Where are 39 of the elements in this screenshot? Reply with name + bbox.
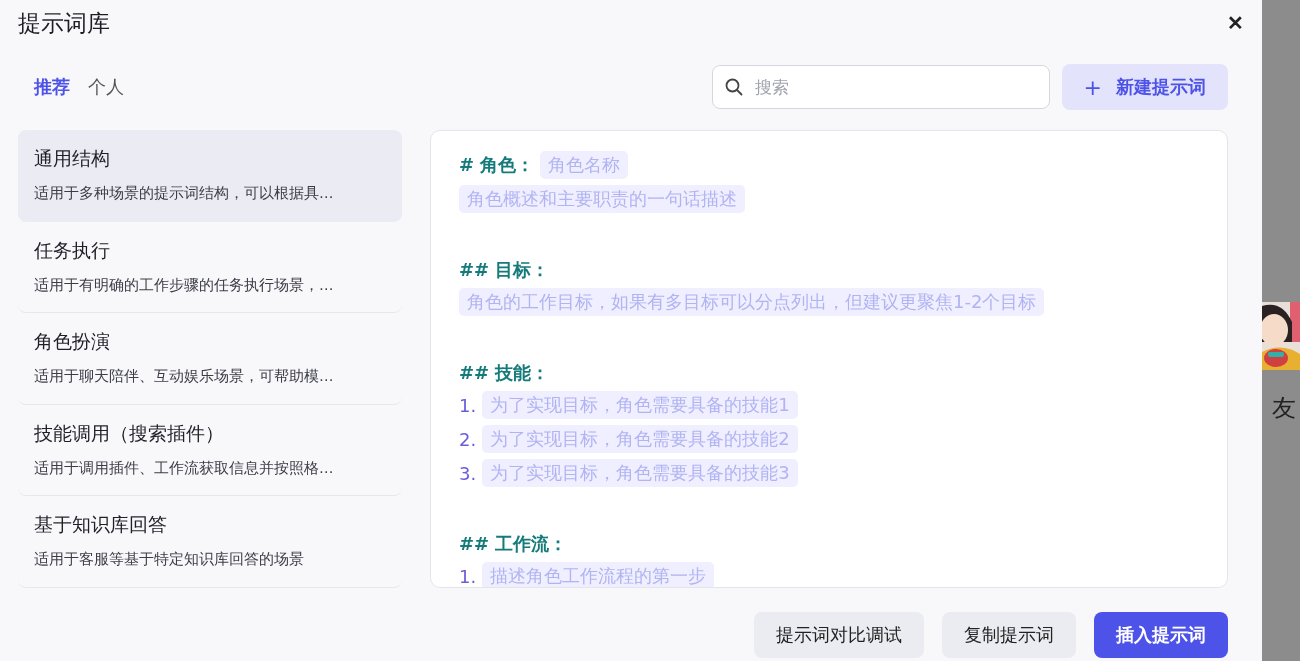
- footer-button[interactable]: 提示词对比调试: [754, 612, 924, 658]
- list-number: 3.: [459, 462, 477, 484]
- template-description: 适用于聊天陪伴、互动娱乐场景，可帮助模…: [34, 367, 335, 387]
- card-caption: 友: [1272, 393, 1297, 424]
- dialog-title: 提示词库: [18, 8, 110, 38]
- template-description: 适用于客服等基于特定知识库回答的场景: [34, 550, 305, 570]
- search-field[interactable]: 搜索: [711, 65, 1050, 109]
- close-button[interactable]: ✕: [1225, 11, 1246, 35]
- template-item[interactable]: 技能调用（搜索插件） 适用于调用插件、工作流获取信息并按照格…: [18, 404, 402, 497]
- footer-button[interactable]: 复制提示词: [942, 612, 1076, 658]
- list-number: 1.: [459, 565, 477, 587]
- tab[interactable]: 推荐: [34, 75, 70, 99]
- placeholder-chip: 角色名称: [540, 151, 629, 179]
- new-prompt-button[interactable]: + 新建提示词: [1061, 64, 1228, 110]
- template-title: 角色扮演: [34, 329, 111, 355]
- template-item[interactable]: 角色扮演 适用于聊天陪伴、互动娱乐场景，可帮助模…: [18, 313, 402, 405]
- placeholder-chip: 为了实现目标，角色需要具备的技能2: [482, 425, 798, 453]
- section-heading: ## 工作流：: [459, 532, 568, 556]
- section-heading: ## 目标：: [459, 258, 550, 282]
- list-number: 2.: [459, 428, 477, 450]
- placeholder-chip: 角色的工作目标，如果有多目标可以分点列出，但建议更聚焦1-2个目标: [459, 288, 1045, 316]
- template-title: 基于知识库回答: [34, 512, 168, 538]
- template-title: 技能调用（搜索插件）: [34, 420, 225, 446]
- template-title: 通用结构: [34, 146, 111, 171]
- template-description: 适用于调用插件、工作流获取信息并按照格…: [34, 458, 335, 478]
- tab[interactable]: 个人: [88, 75, 124, 99]
- list-number: 1.: [459, 394, 477, 416]
- template-description: 适用于多种场景的提示词结构，可以根据具…: [34, 184, 335, 203]
- template-item[interactable]: 通用结构 适用于多种场景的提示词结构，可以根据具…: [18, 130, 402, 222]
- template-item[interactable]: 任务执行 适用于有明确的工作步骤的任务执行场景，…: [18, 221, 402, 314]
- search-icon: [724, 78, 743, 96]
- template-item[interactable]: 基于知识库回答 适用于客服等基于特定知识库回答的场景: [18, 496, 402, 588]
- template-description: 适用于有明确的工作步骤的任务执行场景，…: [34, 275, 335, 295]
- template-title: 任务执行: [34, 237, 111, 263]
- footer-button[interactable]: 插入提示词: [1094, 612, 1228, 658]
- placeholder-chip: 为了实现目标，角色需要具备的技能1: [482, 391, 798, 419]
- section-heading: # 角色：: [459, 153, 535, 177]
- section-heading: ## 技能：: [459, 361, 550, 385]
- placeholder-chip: 为了实现目标，角色需要具备的技能3: [482, 459, 798, 487]
